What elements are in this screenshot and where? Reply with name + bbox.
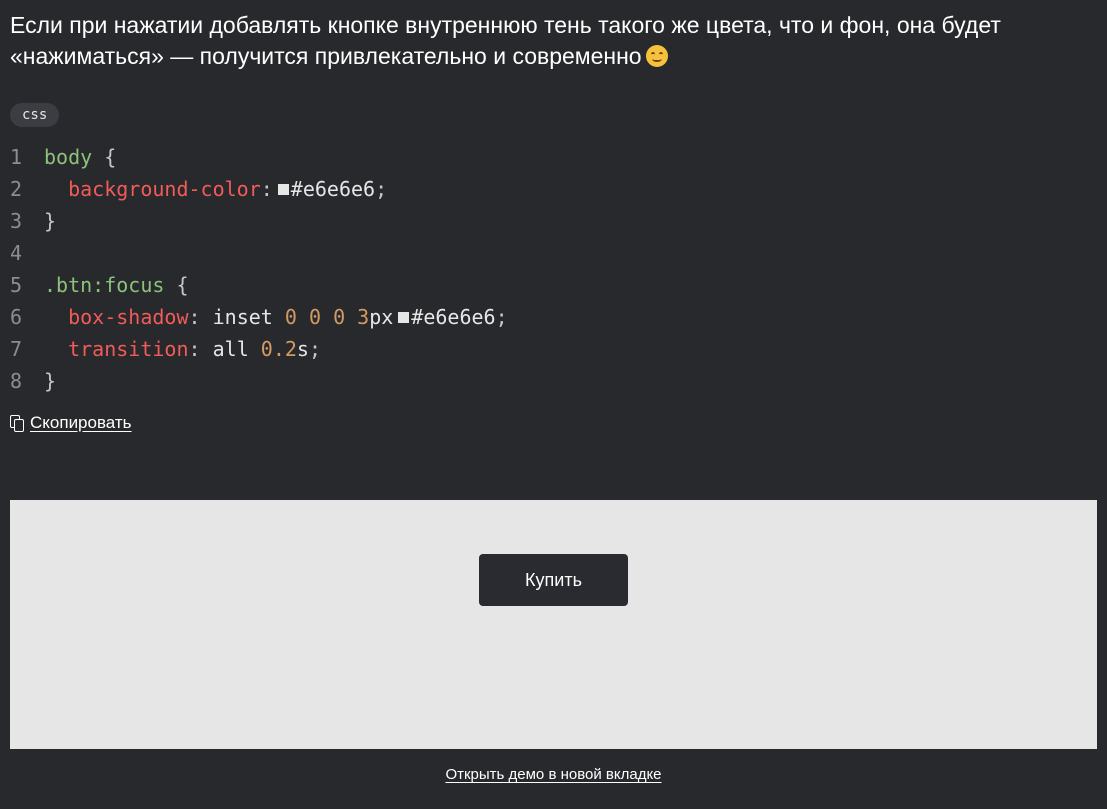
css-value: #e6e6e6 — [290, 177, 376, 201]
open-demo-link[interactable]: Открыть демо в новой вкладке — [445, 766, 661, 783]
css-property: background-color — [68, 177, 261, 201]
code-line: 4 — [10, 237, 508, 269]
copy-icon — [10, 415, 24, 432]
buy-button[interactable]: Купить — [479, 554, 628, 606]
demo-preview: Купить — [10, 500, 1097, 749]
line-number: 3 — [10, 209, 23, 233]
css-property: transition — [68, 337, 189, 361]
code-line: 2 background-color: #e6e6e6; — [10, 173, 508, 205]
code-line: 8} — [10, 365, 508, 397]
copy-code-button[interactable]: Скопировать — [10, 413, 132, 433]
code-language-badge: css — [10, 103, 60, 127]
line-number: 7 — [10, 337, 23, 361]
winking-smiley-icon — [645, 45, 668, 67]
code-line: 3} — [10, 205, 508, 237]
css-property: box-shadow — [68, 305, 189, 329]
color-swatch-icon — [277, 184, 289, 195]
css-selector: .btn:focus — [44, 273, 165, 297]
line-number: 5 — [10, 273, 23, 297]
color-swatch-icon — [398, 312, 410, 323]
line-number: 8 — [10, 369, 23, 393]
line-number: 2 — [10, 177, 23, 201]
open-demo-container: Открыть демо в новой вкладке — [0, 766, 1107, 783]
line-number: 1 — [10, 145, 23, 169]
code-line: 7 transition: all 0.2s; — [10, 333, 508, 365]
code-block: 1 body { 2 background-color: #e6e6e6; 3} 4… — [10, 141, 508, 397]
code-line: 5 .btn:focus { — [10, 269, 508, 301]
line-number: 4 — [10, 241, 23, 265]
copy-code-label: Скопировать — [30, 413, 132, 432]
css-value: #e6e6e6 — [411, 305, 496, 329]
css-selector: body — [44, 145, 93, 169]
intro-text: Если при нажатии добавлять кнопке внутре… — [10, 12, 1001, 69]
code-line: 6 box-shadow: inset 0 0 0 3px #e6e6e6; — [10, 301, 508, 333]
line-number: 6 — [10, 305, 23, 329]
code-line: 1 body { — [10, 141, 508, 173]
intro-paragraph: Если при нажатии добавлять кнопке внутре… — [10, 10, 1100, 72]
